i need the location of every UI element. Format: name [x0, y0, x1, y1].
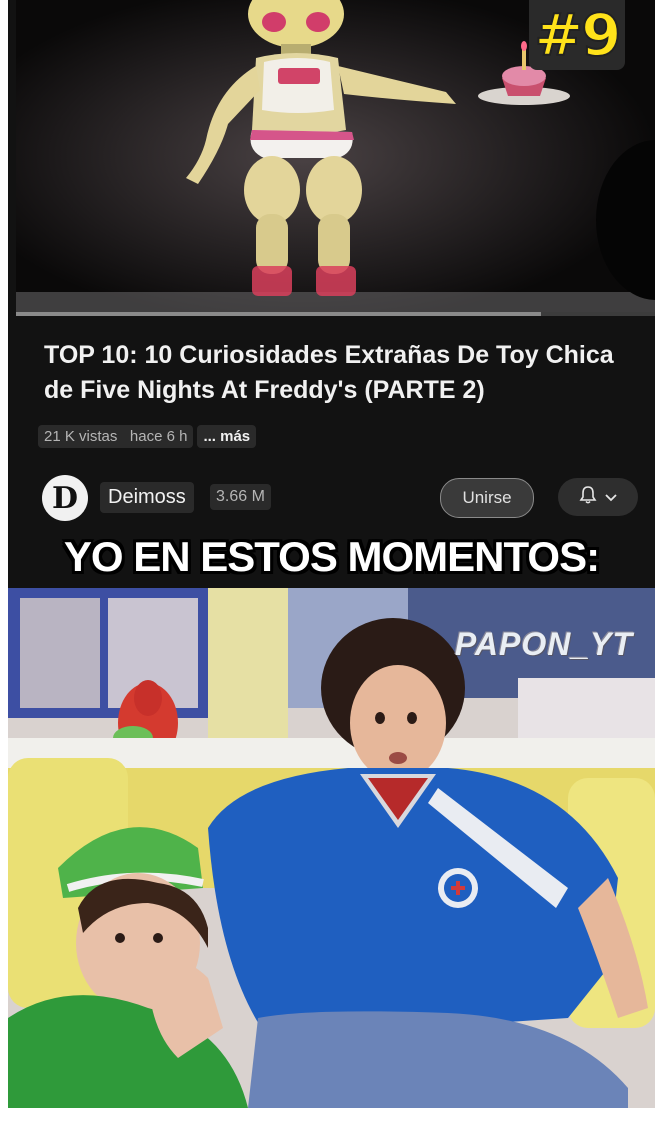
channel-avatar[interactable]: D [42, 475, 88, 521]
join-button-label: Unirse [462, 488, 512, 507]
view-count-text: 21 K vistas [44, 427, 118, 445]
video-title[interactable]: TOP 10: 10 Curiosidades Extrañas De Toy … [44, 338, 649, 408]
watch-progress-fill [16, 312, 541, 316]
view-count: 21 K vistas hace 6 h [38, 424, 194, 448]
channel-watermark: PAPON_YT [454, 626, 633, 662]
channel-avatar-letter: D [51, 480, 78, 516]
bell-icon [578, 485, 598, 510]
channel-name[interactable]: Deimoss [100, 482, 194, 513]
reaction-scene-illustration [8, 588, 655, 1108]
meme-image: #9 TOP 10: 10 Curiosidades Extrañas De T… [0, 0, 663, 1135]
episode-number-text: #9 [534, 0, 623, 70]
upload-age: hace 6 h [129, 427, 188, 445]
video-screenshot: #9 TOP 10: 10 Curiosidades Extrañas De T… [8, 0, 655, 590]
video-meta[interactable]: 21 K vistas hace 6 h ... más [38, 422, 257, 450]
notification-bell-button[interactable] [558, 478, 638, 516]
meme-caption: YO EN ESTOS MOMENTOS: [63, 533, 600, 580]
subscriber-count: 3.66 M [210, 484, 271, 510]
chevron-down-icon [604, 487, 618, 508]
more-link[interactable]: ... más [197, 424, 257, 448]
channel-row: D Deimoss 3.66 M Unirse [38, 472, 643, 524]
episode-number-badge: #9 [529, 0, 625, 70]
watch-progress-bar[interactable] [16, 312, 655, 316]
join-button[interactable]: Unirse [440, 478, 534, 518]
reaction-scene: PAPON_YT [8, 588, 655, 1108]
